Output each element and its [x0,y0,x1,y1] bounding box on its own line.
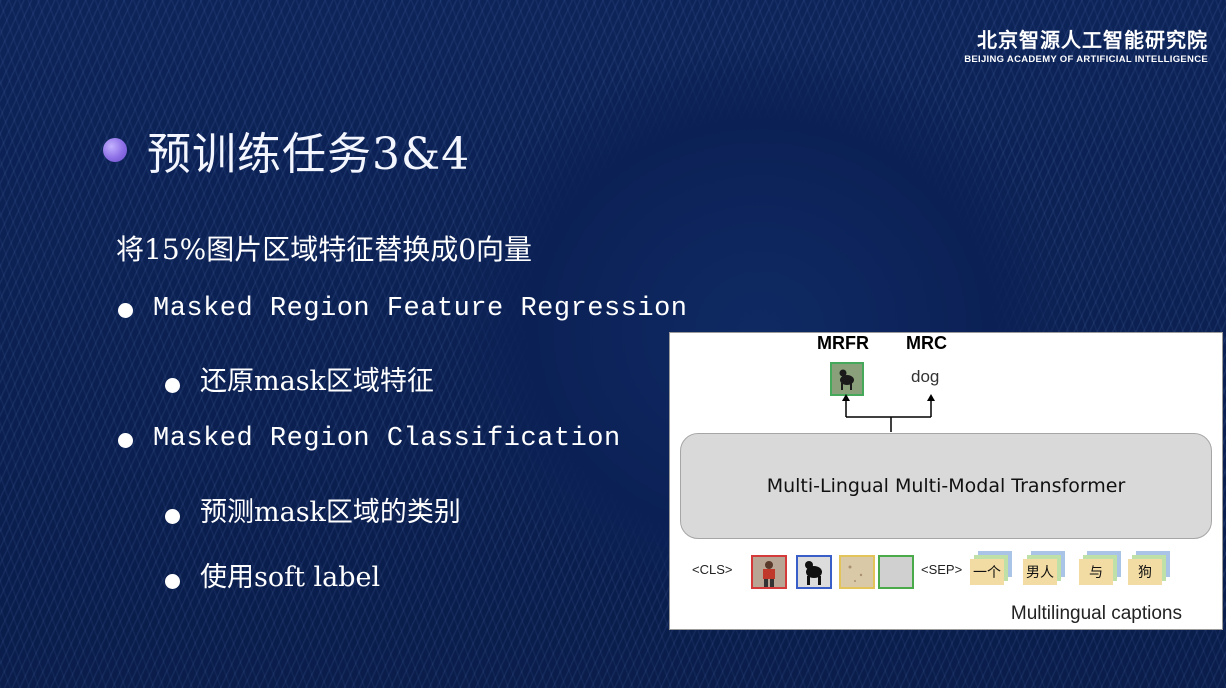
bullet-mrc-text: Masked Region Classification [153,424,621,454]
bullet-mrc-sub-text: 预测mask区域的类别 [200,497,461,528]
sep-token: <SEP> [921,562,963,577]
caption-token: 一个 [970,551,1012,585]
bullet-dot-icon [118,433,133,448]
bullet-dot-icon [165,378,180,393]
bullet-mrc: Masked Region Classification [118,424,621,454]
bullet-dot-icon [118,303,133,318]
bullet-soft-label-text: 使用soft label [200,562,381,593]
institution-logo: 北京智源人工智能研究院 BEIJING ACADEMY OF ARTIFICIA… [964,24,1208,65]
man-region-icon [753,557,785,587]
dog-region-icon [798,557,830,587]
architecture-diagram: MRFR MRC dog Multi-Lingual Multi-Modal T… [669,332,1223,630]
output-arrows [842,394,935,432]
bullet-soft-label: 使用soft label [165,555,380,594]
bullet-mrfr: Masked Region Feature Regression [118,294,687,324]
intro-text: 将15%图片区域特征替换成0向量 [116,233,533,266]
masked-region-token [878,555,914,589]
caption-token-text: 与 [1079,559,1113,585]
caption-token: 狗 [1128,551,1170,585]
title-bullet-icon [103,138,127,162]
slide-title: 预训练任务3&4 [147,129,471,180]
multilingual-caption-label: Multilingual captions [1010,603,1182,624]
image-region-token [751,555,787,589]
caption-token-text: 狗 [1128,559,1162,585]
caption-token-text: 一个 [970,559,1004,585]
sand-region-icon [841,557,873,587]
bullet-mrfr-sub-text: 还原mask区域特征 [200,366,434,397]
bullet-mrfr-text: Masked Region Feature Regression [153,294,688,324]
bullet-dot-icon [165,574,180,589]
caption-token-text: 男人 [1023,559,1057,585]
logo-english-name: BEIJING ACADEMY OF ARTIFICIAL INTELLIGEN… [964,54,1208,65]
cls-token: <CLS> [692,562,733,577]
transformer-block: Multi-Lingual Multi-Modal Transformer [680,433,1212,539]
bullet-mrc-sub: 预测mask区域的类别 [165,490,461,529]
logo-chinese-name: 北京智源人工智能研究院 [977,28,1208,52]
image-region-token [796,555,832,589]
bullet-mrfr-sub: 还原mask区域特征 [165,359,434,398]
caption-token: 与 [1079,551,1121,585]
bullet-dot-icon [165,509,180,524]
slide-title-row: 预训练任务3&4 [103,118,470,182]
image-region-token [839,555,875,589]
caption-token: 男人 [1023,551,1065,585]
